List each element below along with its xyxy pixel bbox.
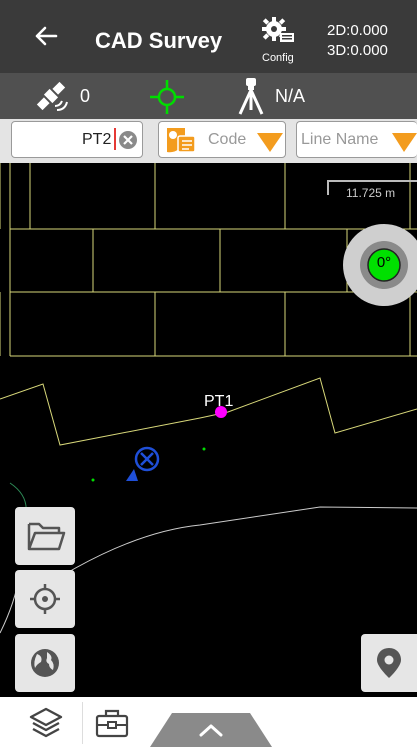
add-point-button[interactable]: [361, 634, 417, 692]
tripod-icon[interactable]: [236, 76, 266, 116]
expand-panel-button[interactable]: [150, 713, 272, 747]
code-icon: [167, 128, 196, 153]
text-caret: [114, 128, 116, 150]
satellite-icon[interactable]: [31, 80, 73, 114]
crosshair-icon[interactable]: [148, 78, 186, 116]
toolbox-icon[interactable]: [94, 707, 130, 739]
point-name-value: PT2: [82, 131, 112, 148]
locate-button[interactable]: [15, 570, 75, 628]
coord-3d-readout: 3D:0.000: [327, 42, 388, 59]
dropdown-arrow-icon[interactable]: [256, 131, 284, 153]
road-edge: [19, 506, 417, 604]
globe-icon: [31, 649, 59, 677]
basemap-button[interactable]: [15, 634, 75, 692]
current-position-marker: [126, 446, 160, 481]
config-button-label[interactable]: Config: [262, 52, 294, 64]
clear-icon[interactable]: [118, 130, 138, 150]
line-name-placeholder: Line Name: [301, 131, 379, 148]
satellite-count: 0: [80, 86, 91, 106]
compass-heading[interactable]: 0°: [346, 226, 417, 306]
locate-icon: [30, 584, 60, 614]
open-folder-button[interactable]: [15, 507, 75, 565]
back-arrow-icon[interactable]: [32, 22, 60, 50]
point-label: PT1: [204, 393, 234, 410]
folder-icon: [27, 522, 66, 551]
coord-2d-readout: 2D:0.000: [327, 22, 388, 39]
rtk-status: N/A: [275, 86, 306, 106]
map-pin-icon: [377, 648, 401, 678]
scale-label: 11.725 m: [346, 186, 396, 200]
gear-icon[interactable]: [260, 16, 296, 44]
layers-icon[interactable]: [28, 706, 64, 740]
boundary-line: [0, 377, 417, 446]
page-title: CAD Survey: [95, 28, 223, 53]
dropdown-arrow-icon[interactable]: [391, 131, 417, 153]
toolbar-divider: [82, 702, 83, 744]
compass-value: 0°: [376, 254, 392, 271]
code-placeholder: Code: [208, 131, 247, 148]
